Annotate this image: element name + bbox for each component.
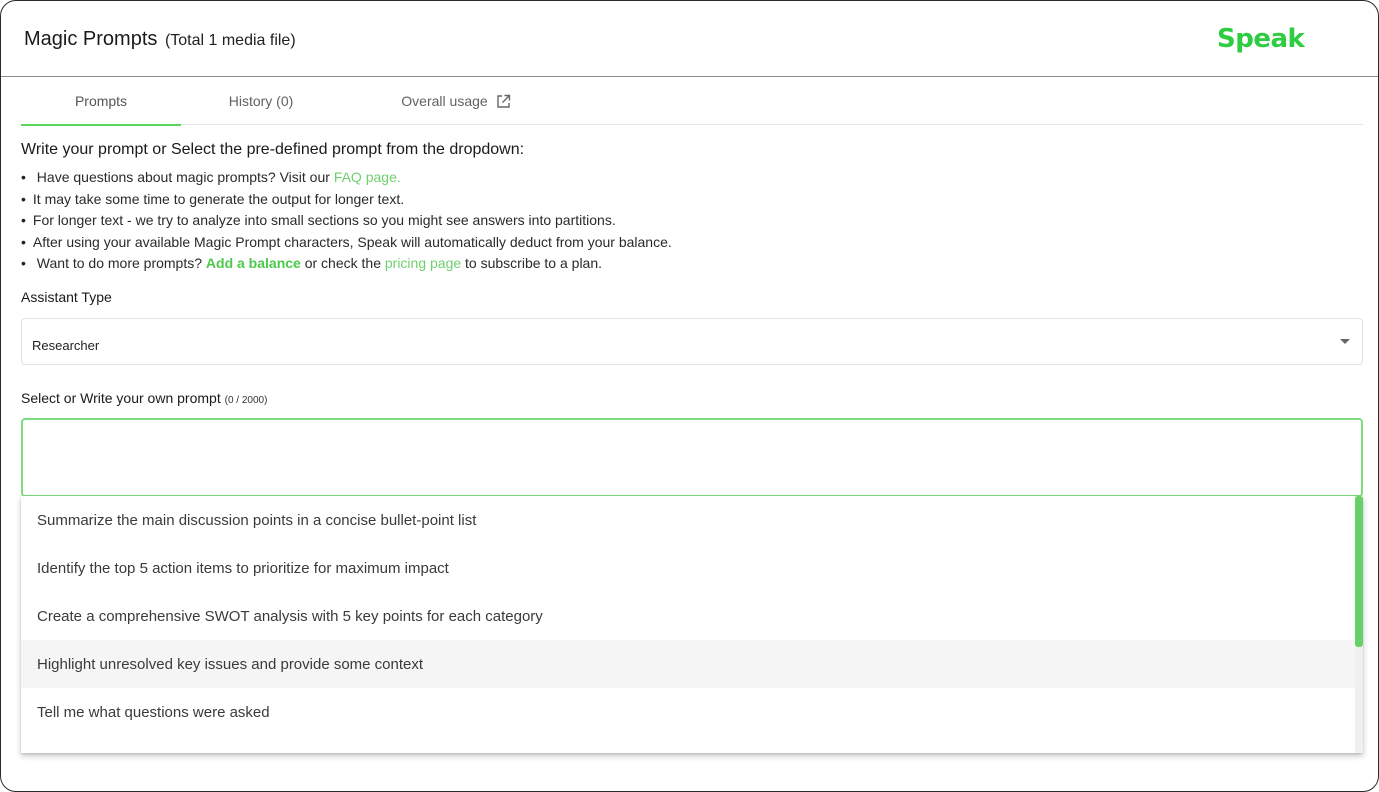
bullet-text: Have questions about magic prompts? Visi… [36,169,330,185]
prompt-suggestions-dropdown: Summarize the main discussion points in … [21,496,1363,753]
char-counter: (0 / 2000) [224,395,268,406]
list-item[interactable]: Identify the top 5 action items to prior… [21,544,1355,592]
list-item[interactable]: Summarize the main discussion points in … [21,496,1355,544]
tab-prompts[interactable]: Prompts [21,77,181,126]
list-item[interactable]: Create a comprehensive SWOT analysis wit… [21,592,1355,640]
tab-overall-usage-label: Overall usage [401,93,488,109]
assistant-type-select[interactable]: Researcher [21,318,1363,365]
tab-history-label: History (0) [228,93,294,109]
tab-bar: Prompts History (0) Overall usage [21,77,1363,126]
assistant-type-value: Researcher [32,338,100,353]
tab-history[interactable]: History (0) [181,77,341,125]
speak-logo: Speak [1217,24,1305,54]
external-link-icon [496,94,511,109]
instructions-list: Have questions about magic prompts? Visi… [21,167,672,275]
bullet-text: or check the [304,255,381,271]
scrollbar-thumb[interactable] [1355,496,1363,647]
list-item: For longer text - we try to analyze into… [21,210,672,232]
title-text: Magic Prompts [24,28,158,50]
faq-link[interactable]: FAQ page. [334,169,401,185]
tab-overall-usage[interactable]: Overall usage [361,77,551,125]
scrollbar-track[interactable] [1355,496,1363,753]
instructions-heading: Write your prompt or Select the pre-defi… [21,141,525,158]
prompt-input[interactable] [21,418,1363,497]
list-item: After using your available Magic Prompt … [21,232,672,254]
list-item: Want to do more prompts? Add a balance o… [21,253,672,275]
pricing-page-link[interactable]: pricing page [385,255,461,271]
add-balance-link[interactable]: Add a balance [206,255,301,271]
magic-prompts-dialog: Magic Prompts (Total 1 media file) Speak… [0,0,1379,792]
dialog-header: Magic Prompts (Total 1 media file) Speak [1,1,1378,77]
caret-down-icon [1340,339,1350,344]
page-title: Magic Prompts (Total 1 media file) [24,28,296,51]
list-item: It may take some time to generate the ou… [21,189,672,211]
prompt-label-text: Select or Write your own prompt [21,390,221,406]
media-count: (Total 1 media file) [164,32,296,49]
bullet-text: Want to do more prompts? [36,255,203,271]
bullet-text: to subscribe to a plan. [465,255,603,271]
assistant-type-label: Assistant Type [21,289,112,305]
prompt-label: Select or Write your own prompt (0 / 200… [21,390,267,406]
list-item[interactable]: Tell me what questions were asked [21,688,1355,736]
list-item[interactable]: Highlight unresolved key issues and prov… [21,640,1355,688]
list-item: Have questions about magic prompts? Visi… [21,167,672,189]
tab-prompts-label: Prompts [74,93,128,109]
